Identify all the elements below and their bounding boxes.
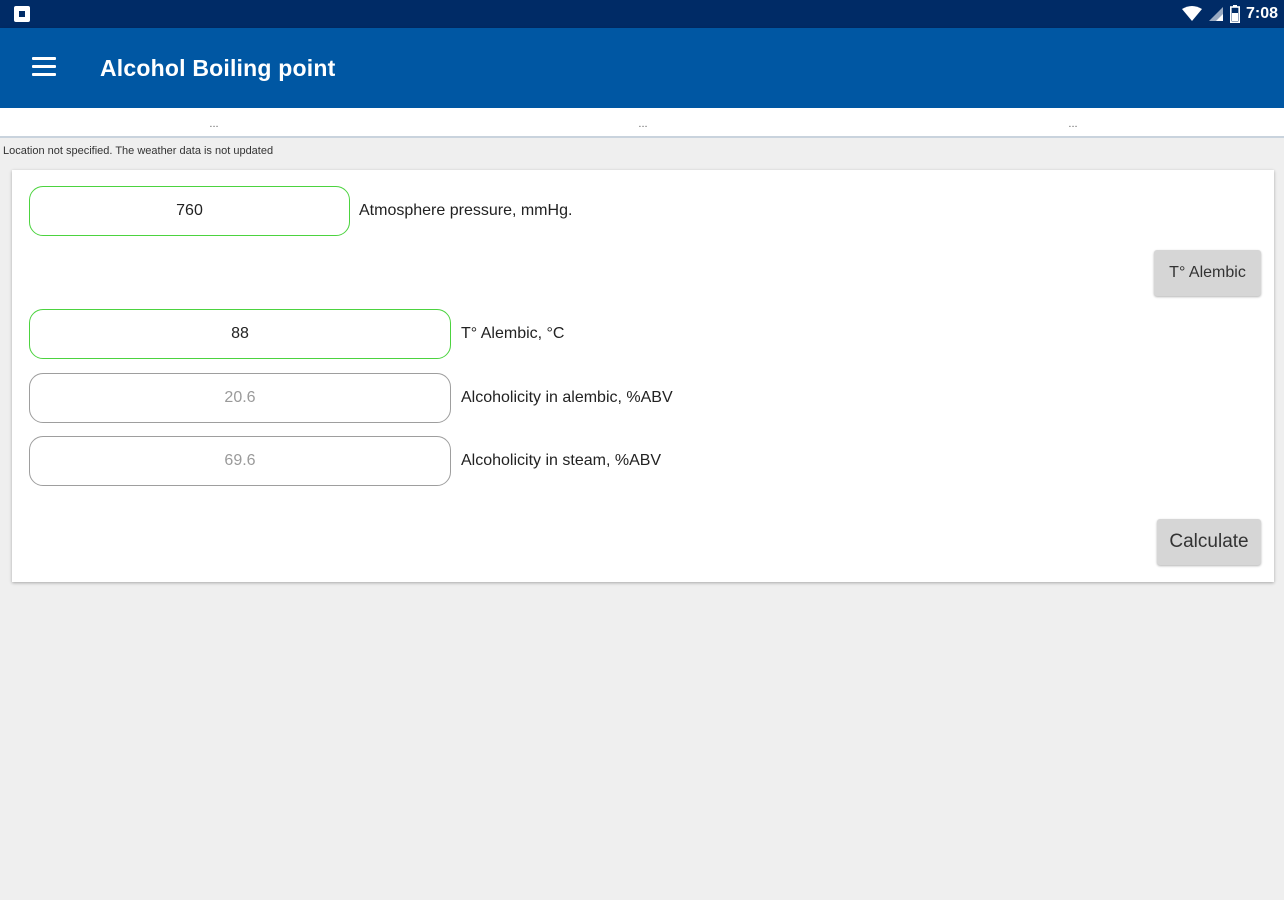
alcoholicity-steam-label: Alcoholicity in steam, %ABV	[461, 452, 662, 469]
notification-icon	[14, 6, 30, 22]
app-bar: Alcohol Boiling point	[0, 28, 1284, 108]
calculate-button[interactable]: Calculate	[1157, 519, 1261, 565]
alcoholicity-alembic-label: Alcoholicity in alembic, %ABV	[461, 389, 673, 406]
status-time: 7:08	[1245, 5, 1278, 22]
weather-cell-2: ...	[638, 118, 648, 130]
t-alembic-label: T° Alembic, °C	[461, 325, 565, 342]
wifi-icon	[1181, 6, 1202, 21]
weather-strip: ... ... ...	[0, 108, 1284, 138]
battery-icon	[1229, 5, 1240, 23]
cell-signal-icon	[1208, 7, 1223, 21]
calculator-card: 760 Atmosphere pressure, mmHg. T° Alembi…	[12, 170, 1274, 582]
alcoholicity-alembic-field[interactable]: 20.6	[29, 373, 451, 423]
app-title: Alcohol Boiling point	[100, 55, 336, 81]
weather-cell-1: ...	[209, 118, 219, 130]
t-alembic-button[interactable]: T° Alembic	[1154, 250, 1261, 296]
status-indicators: 7:08	[1181, 0, 1278, 28]
weather-cell-3: ...	[1068, 118, 1078, 130]
pressure-input[interactable]: 760	[29, 186, 350, 236]
menu-icon[interactable]	[30, 55, 58, 79]
t-alembic-input[interactable]: 88	[29, 309, 451, 359]
pressure-label: Atmosphere pressure, mmHg.	[359, 202, 573, 219]
alcoholicity-steam-field[interactable]: 69.6	[29, 436, 451, 486]
location-status-text: Location not specified. The weather data…	[3, 145, 274, 157]
status-bar: 7:08	[0, 0, 1284, 28]
